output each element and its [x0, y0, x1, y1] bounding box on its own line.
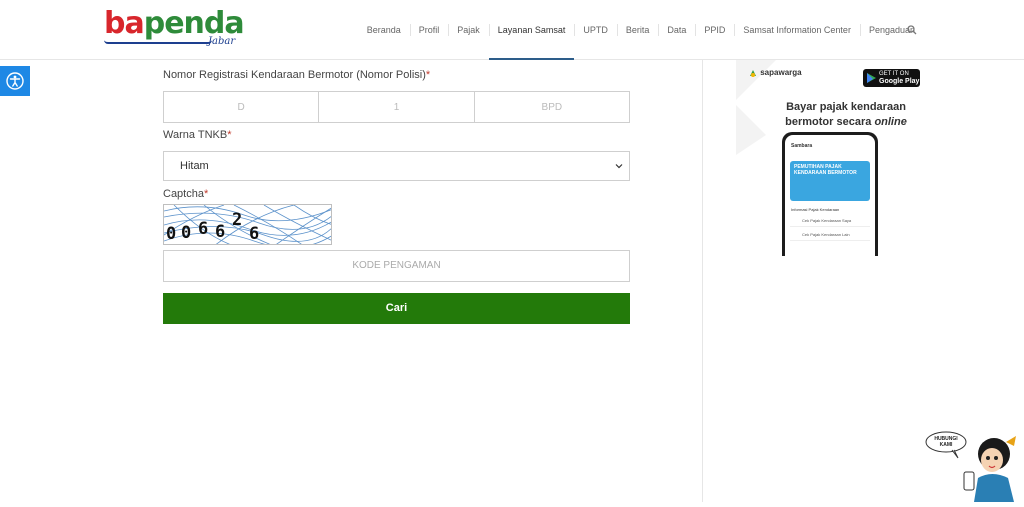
ad-headline: Bayar pajak kendaraan bermotor secara on…: [785, 101, 907, 128]
captcha-digit: 0: [166, 224, 177, 244]
tnkb-color-value: Hitam: [180, 160, 209, 172]
captcha-digit: 6: [198, 219, 209, 239]
promo-banner: PEMUTIHAN PAJAK KENDARAAN BERMOTOR: [790, 161, 870, 201]
sapawarga-ad-banner[interactable]: sapawarga GET IT ON Google Play Bayar paj…: [736, 60, 936, 256]
mascot-illustration: [925, 431, 1016, 502]
logo-subtitle: Jabar: [208, 36, 236, 47]
nav-item-beranda[interactable]: Beranda: [358, 0, 410, 60]
plate-number-input[interactable]: 1: [318, 91, 475, 123]
plate-number-fields: D 1 BPD: [163, 91, 630, 123]
phone-mockup: Sambara PEMUTIHAN PAJAK KENDARAAN BERMOT…: [782, 132, 878, 256]
nav-item-layanan-samsat[interactable]: Layanan Samsat: [488, 0, 575, 60]
search-submit-button[interactable]: Cari: [163, 293, 630, 324]
accessibility-button[interactable]: [0, 66, 30, 96]
captcha-digit: 0: [181, 223, 192, 243]
captcha-label: Captcha*: [163, 188, 209, 200]
plate-suffix-input[interactable]: BPD: [473, 91, 630, 123]
sidebar-divider: [702, 60, 703, 502]
plate-label: Nomor Registrasi Kendaraan Bermotor (Nom…: [163, 69, 431, 81]
plate-prefix-input[interactable]: D: [163, 91, 320, 123]
captcha-digit: 6: [215, 222, 226, 242]
nav-item-ppid[interactable]: PPID: [695, 0, 734, 60]
main-nav: Beranda Profil Pajak Layanan Samsat UPTD Beri…: [358, 0, 924, 60]
tnkb-color-select[interactable]: Hitam: [163, 151, 630, 181]
sapawarga-logo: sapawarga: [748, 68, 802, 78]
app-title: Sambara: [791, 143, 813, 149]
google-play-icon: [867, 73, 876, 83]
captcha-digit: 2: [232, 210, 243, 230]
logo-swoosh: [104, 40, 212, 44]
app-list-item: Cek Pajak Kendaraan Saya: [790, 215, 870, 227]
search-icon[interactable]: [906, 24, 918, 36]
app-section-title: Informasi Pajak Kendaraan: [791, 207, 840, 212]
contact-mascot[interactable]: HUBUNGI KAMI: [924, 420, 1024, 502]
captcha-image: 0 0 6 6 2 6: [163, 204, 332, 245]
bapenda-logo[interactable]: bapenda Jabar: [104, 6, 245, 50]
nav-item-berita[interactable]: Berita: [616, 0, 659, 60]
accessibility-icon: [6, 72, 24, 90]
app-list-item: Cek Pajak Kendaraan Lain: [790, 229, 870, 241]
security-code-input[interactable]: KODE PENGAMAN: [163, 250, 630, 282]
nav-item-samsat-information-center[interactable]: Samsat Information Center: [734, 0, 860, 60]
contact-bubble-text: HUBUNGI KAMI: [934, 436, 958, 448]
nav-item-uptd[interactable]: UPTD: [574, 0, 617, 60]
chevron-down-icon: [615, 164, 623, 169]
nav-item-profil[interactable]: Profil: [409, 0, 449, 60]
sapawarga-mark-icon: [750, 70, 756, 77]
tnkb-color-label: Warna TNKB*: [163, 129, 232, 141]
google-play-badge[interactable]: GET IT ON Google Play: [863, 69, 920, 87]
nav-item-pajak[interactable]: Pajak: [448, 0, 489, 60]
captcha-digit: 6: [249, 224, 260, 244]
nav-item-data[interactable]: Data: [658, 0, 695, 60]
site-header: bapenda Jabar Beranda Profil Pajak Layanan …: [0, 0, 1024, 60]
